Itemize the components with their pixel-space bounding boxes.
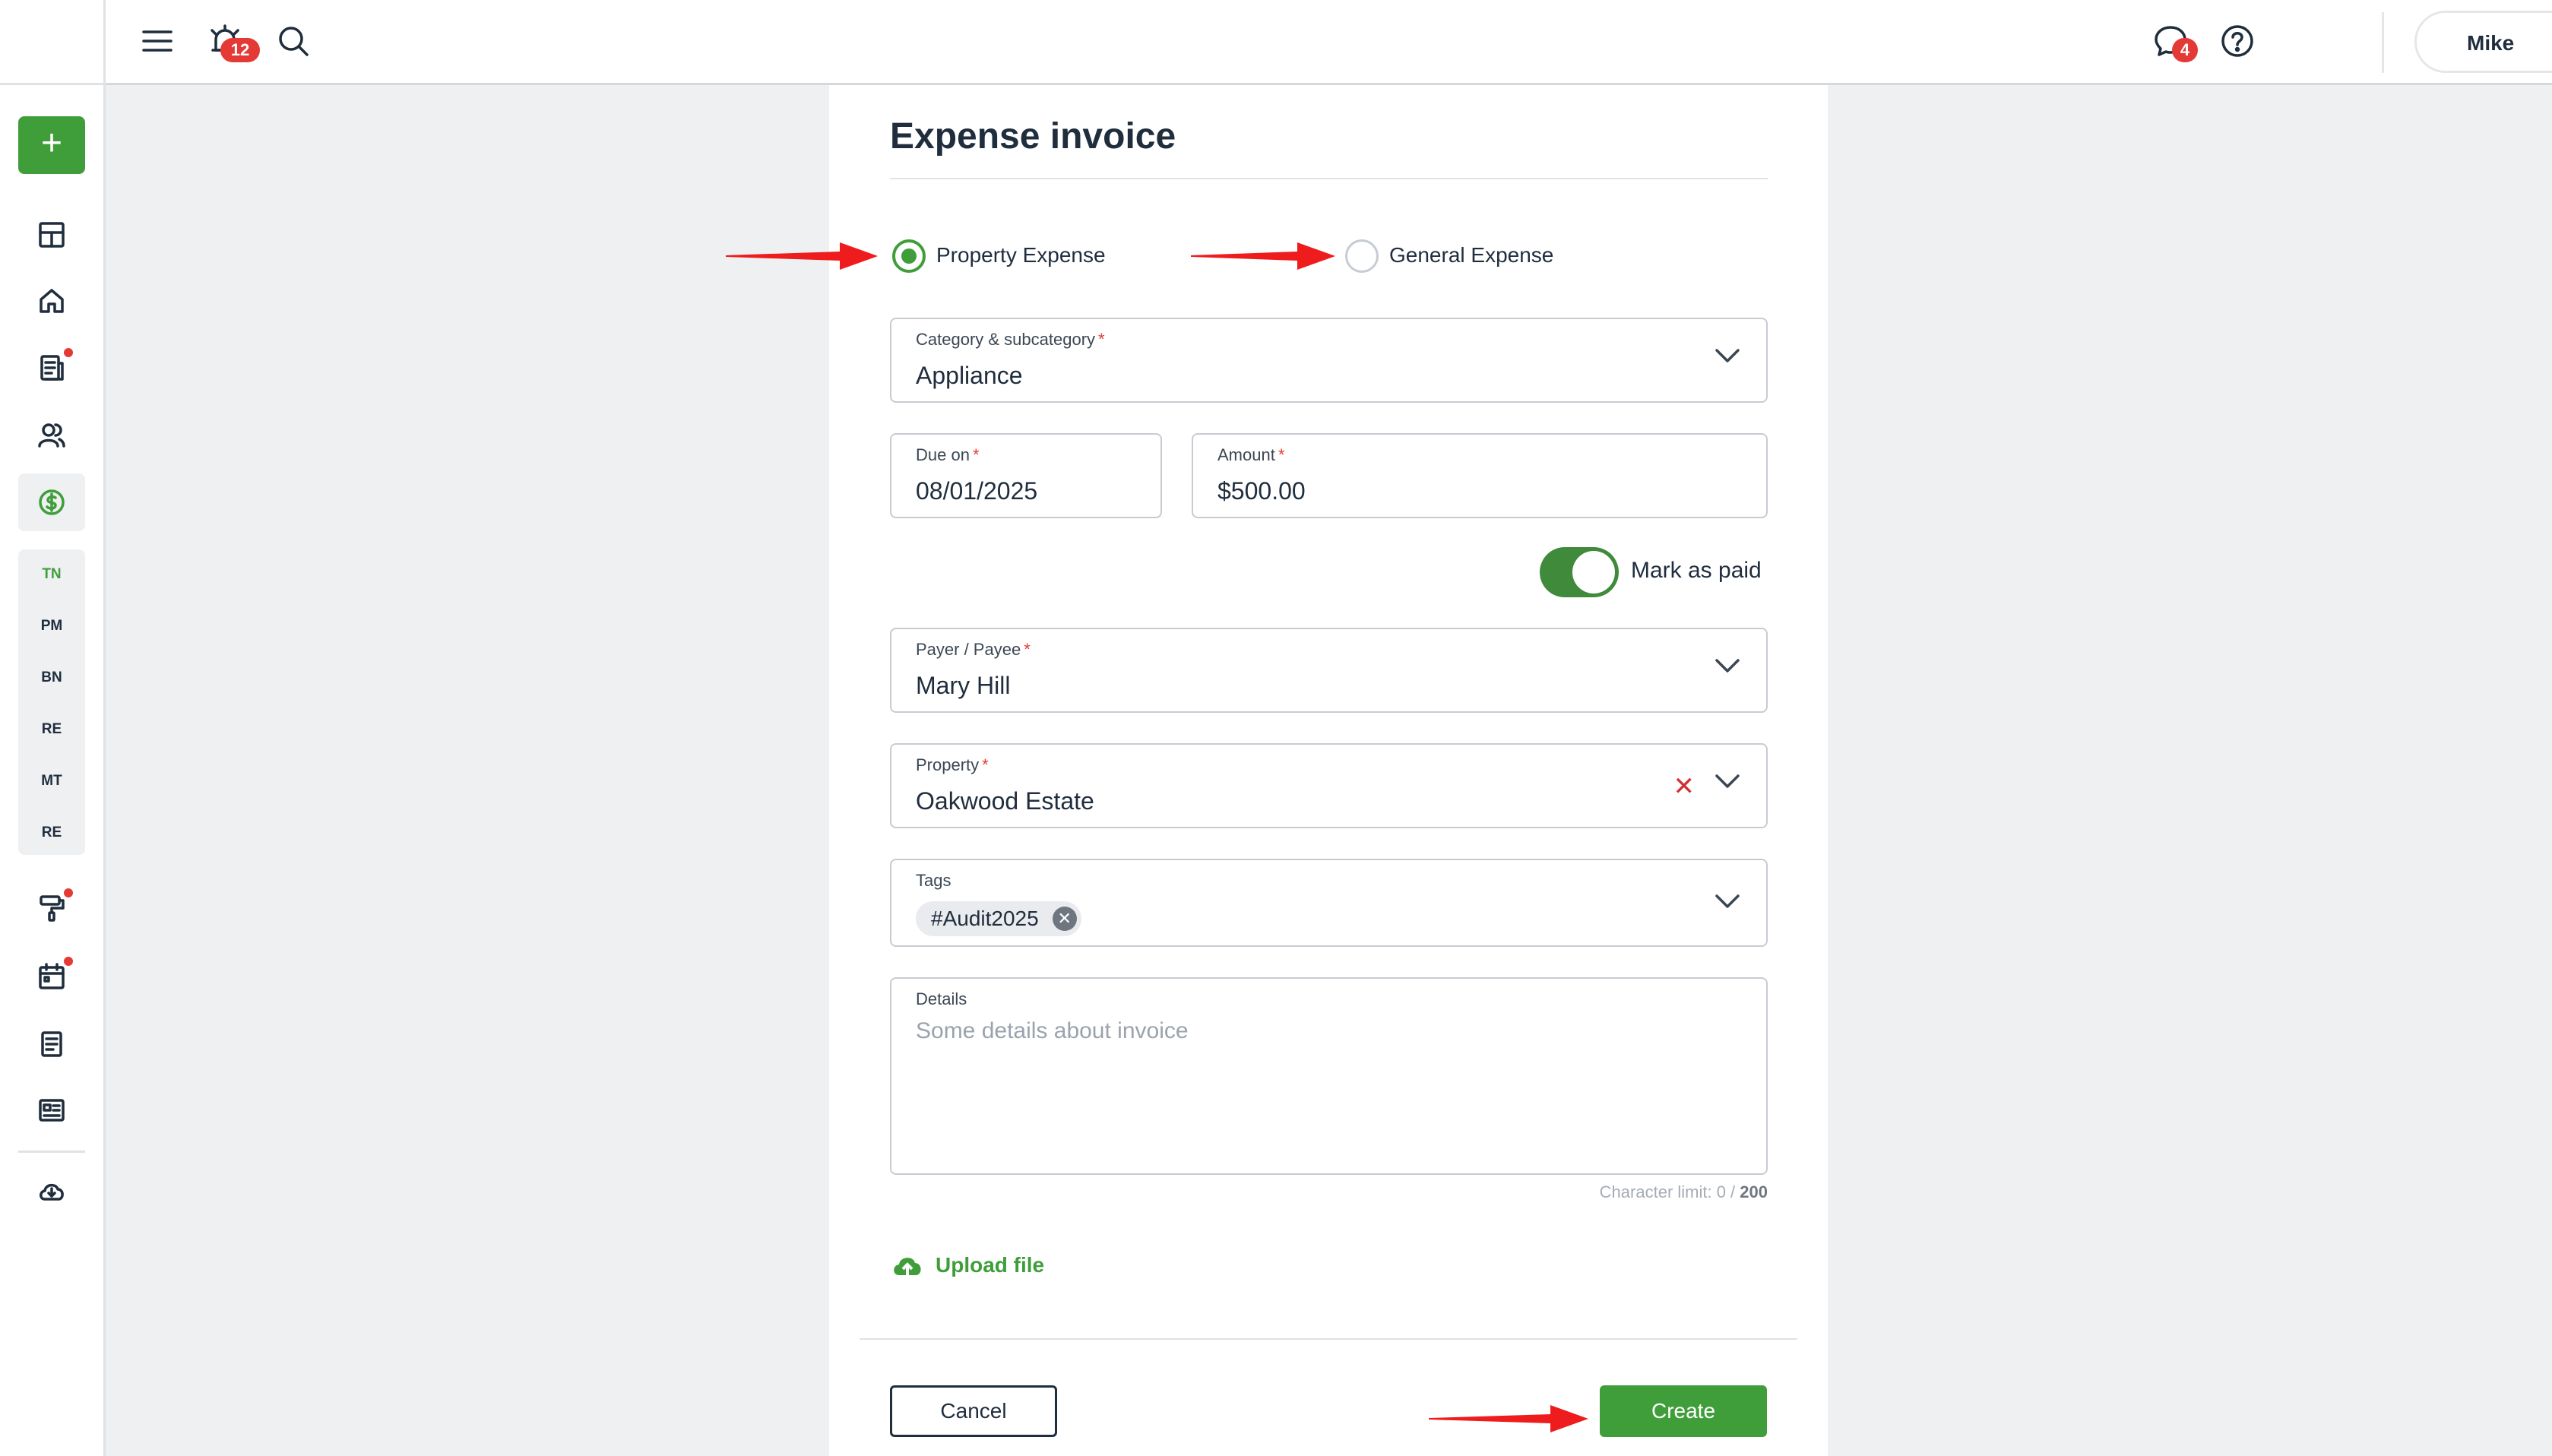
- messages-badge: 4: [2172, 38, 2198, 62]
- calendar-icon[interactable]: [30, 955, 73, 998]
- payee-label: Payer / Payee *: [916, 640, 1031, 659]
- upload-file-label: Upload file: [936, 1253, 1045, 1277]
- notifications-badge: 12: [220, 38, 260, 62]
- cancel-button[interactable]: Cancel: [890, 1385, 1057, 1437]
- add-new-button[interactable]: +: [18, 116, 85, 174]
- create-button[interactable]: Create: [1600, 1385, 1767, 1437]
- amount-value: $500.00: [1217, 477, 1306, 505]
- details-placeholder: Some details about invoice: [916, 1018, 1189, 1043]
- submenu-item-tn[interactable]: TN: [18, 566, 85, 583]
- user-name: Mike: [2467, 31, 2515, 55]
- due-date-label: Due on *: [916, 445, 980, 464]
- dollar-icon: [30, 481, 73, 524]
- due-date-value: 08/01/2025: [916, 477, 1038, 505]
- tags-label: Tags: [916, 871, 951, 890]
- category-value: Appliance: [916, 362, 1023, 389]
- payee-select[interactable]: Payer / Payee * Mary Hill: [890, 628, 1768, 713]
- tag-chip: #Audit2025 ✕: [916, 901, 1081, 936]
- amount-field[interactable]: Amount * $500.00: [1192, 433, 1768, 518]
- documents-alert-dot: [64, 348, 73, 357]
- paint-roller-icon[interactable]: [30, 887, 73, 929]
- character-limit: Character limit: 0 / 200: [1599, 1182, 1768, 1201]
- upload-file-button[interactable]: Upload file: [890, 1248, 1044, 1283]
- annotation-arrow-general: [1191, 242, 1335, 270]
- people-icon[interactable]: [30, 414, 73, 457]
- annotation-arrow-create: [1429, 1405, 1588, 1432]
- amount-label: Amount *: [1217, 445, 1285, 464]
- submenu-item-mt[interactable]: MT: [18, 773, 85, 790]
- search-icon[interactable]: [272, 20, 315, 62]
- category-label: Category & subcategory *: [916, 330, 1105, 349]
- top-bar: 12 4 Mike: [106, 0, 2552, 85]
- title-divider: [890, 178, 1768, 179]
- property-select[interactable]: Property * Oakwood Estate ✕: [890, 743, 1768, 828]
- sidebar-header: [0, 0, 103, 85]
- annotation-arrow-property: [726, 242, 878, 270]
- hamburger-menu-icon[interactable]: [136, 20, 179, 62]
- reports-icon[interactable]: [30, 1089, 73, 1132]
- notes-icon[interactable]: [30, 1023, 73, 1065]
- due-date-field[interactable]: Due on * 08/01/2025: [890, 433, 1162, 518]
- submenu-item-pm[interactable]: PM: [18, 618, 85, 635]
- expense-invoice-panel: Expense invoice Property Expense General…: [829, 85, 1828, 1456]
- chevron-down-icon[interactable]: [1715, 894, 1740, 909]
- remove-tag-icon[interactable]: ✕: [1052, 907, 1077, 931]
- general-expense-radio[interactable]: [1345, 239, 1379, 273]
- documents-icon[interactable]: [30, 347, 73, 389]
- chevron-down-icon[interactable]: [1715, 774, 1740, 789]
- chevron-down-icon[interactable]: [1715, 658, 1740, 673]
- help-icon[interactable]: [2216, 20, 2259, 62]
- submenu-item-re[interactable]: RE: [18, 721, 85, 738]
- mark-as-paid-toggle[interactable]: [1540, 547, 1619, 597]
- topbar-separator: [2382, 12, 2384, 73]
- property-expense-radio[interactable]: [892, 239, 926, 273]
- property-value: Oakwood Estate: [916, 787, 1094, 815]
- dashboard-icon[interactable]: [30, 214, 73, 256]
- accounting-nav-item[interactable]: [18, 473, 85, 531]
- payee-value: Mary Hill: [916, 672, 1011, 699]
- property-expense-label[interactable]: Property Expense: [936, 243, 1106, 267]
- submenu-item-bn[interactable]: BN: [18, 669, 85, 686]
- page-title: Expense invoice: [890, 116, 1176, 157]
- sidebar: + TN PM BN RE MT RE: [0, 0, 106, 1456]
- tag-chip-label: #Audit2025: [931, 907, 1039, 930]
- sidebar-divider: [18, 1151, 85, 1153]
- chat-bubble-icon[interactable]: 4: [2149, 20, 2198, 62]
- details-textarea[interactable]: Details Some details about invoice: [890, 977, 1768, 1175]
- maintenance-alert-dot: [64, 888, 73, 897]
- tags-select[interactable]: Tags #Audit2025 ✕: [890, 859, 1768, 947]
- user-menu[interactable]: Mike: [2414, 11, 2552, 73]
- calendar-alert-dot: [64, 957, 73, 966]
- accounting-submenu: TN PM BN RE MT RE: [18, 549, 85, 855]
- alarm-bell-icon[interactable]: 12: [204, 20, 260, 62]
- category-select[interactable]: Category & subcategory * Appliance: [890, 318, 1768, 403]
- cloud-download-icon[interactable]: [30, 1170, 73, 1213]
- mark-as-paid-label: Mark as paid: [1631, 558, 1762, 583]
- property-label: Property *: [916, 755, 989, 774]
- cloud-upload-icon: [894, 1258, 921, 1280]
- submenu-item-re-2[interactable]: RE: [18, 825, 85, 841]
- home-icon[interactable]: [30, 280, 73, 322]
- general-expense-label[interactable]: General Expense: [1389, 243, 1553, 267]
- footer-divider: [860, 1338, 1797, 1340]
- chevron-down-icon[interactable]: [1715, 348, 1740, 363]
- details-label: Details: [916, 989, 967, 1008]
- clear-icon[interactable]: ✕: [1673, 774, 1696, 799]
